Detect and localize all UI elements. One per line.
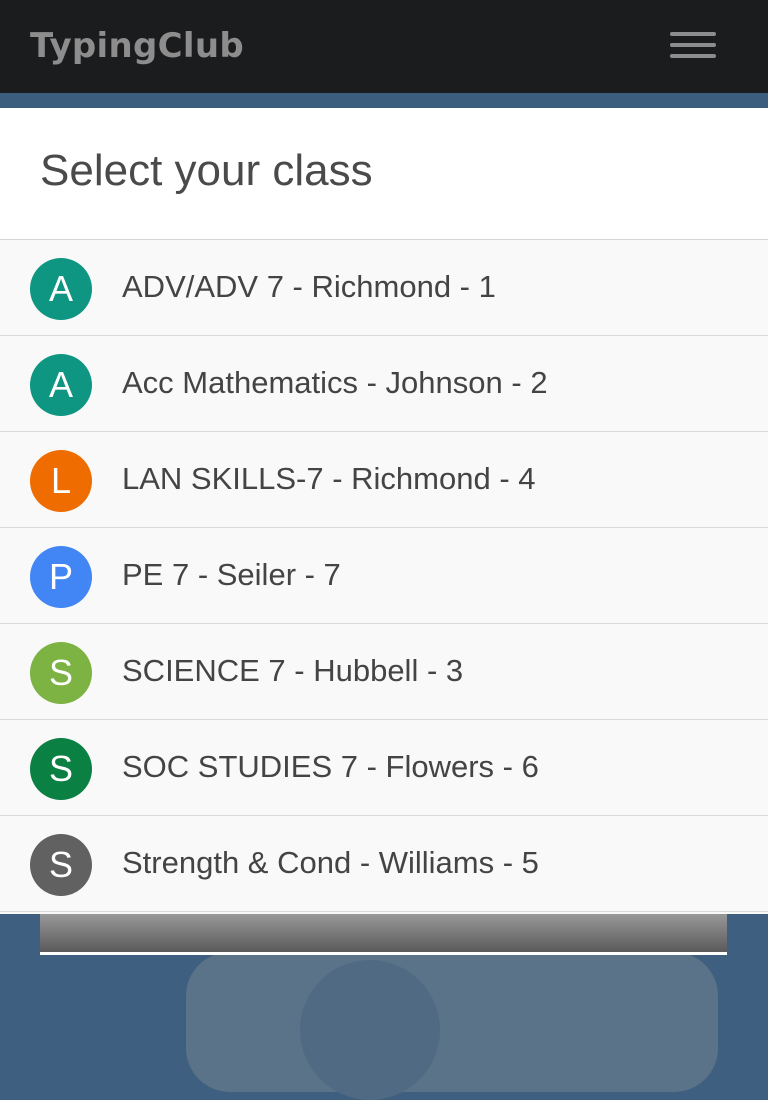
menu-bar: [670, 54, 716, 58]
class-avatar: P: [30, 546, 92, 608]
class-avatar: L: [30, 450, 92, 512]
menu-bar: [670, 32, 716, 36]
class-name: Acc Mathematics - Johnson - 2: [122, 365, 548, 400]
class-item[interactable]: A ADV/ADV 7 - Richmond - 1: [0, 240, 768, 336]
class-avatar: S: [30, 642, 92, 704]
class-avatar: A: [30, 258, 92, 320]
typingclub-logo[interactable]: TypingClub: [30, 26, 244, 66]
class-avatar: S: [30, 738, 92, 800]
class-item[interactable]: A Acc Mathematics - Johnson - 2: [0, 336, 768, 432]
class-name: SCIENCE 7 - Hubbell - 3: [122, 653, 464, 688]
modal-title: Select your class: [40, 146, 373, 195]
class-name: PE 7 - Seiler - 7: [122, 557, 341, 592]
class-item[interactable]: L LAN SKILLS-7 - Richmond - 4: [0, 432, 768, 528]
class-item[interactable]: S SOC STUDIES 7 - Flowers - 6: [0, 720, 768, 816]
class-name: ADV/ADV 7 - Richmond - 1: [122, 269, 496, 304]
class-avatar: S: [30, 834, 92, 896]
hamburger-menu-icon[interactable]: [670, 30, 716, 62]
modal-header: Select your class: [0, 108, 768, 240]
class-item[interactable]: S Strength & Cond - Williams - 5: [0, 816, 768, 912]
class-avatar: A: [30, 354, 92, 416]
background-shape: [300, 960, 440, 1100]
class-select-modal: Select your class A ADV/ADV 7 - Richmond…: [0, 108, 768, 914]
class-name: Strength & Cond - Williams - 5: [122, 845, 539, 880]
class-name: SOC STUDIES 7 - Flowers - 6: [122, 749, 539, 784]
class-name: LAN SKILLS-7 - Richmond - 4: [122, 461, 536, 496]
menu-bar: [670, 43, 716, 47]
background-shape: [186, 952, 718, 1092]
top-navbar: TypingClub: [0, 0, 768, 93]
class-item[interactable]: S SCIENCE 7 - Hubbell - 3: [0, 624, 768, 720]
underlying-card-edge: [40, 912, 727, 955]
class-list: A ADV/ADV 7 - Richmond - 1 A Acc Mathema…: [0, 240, 768, 912]
class-item[interactable]: P PE 7 - Seiler - 7: [0, 528, 768, 624]
